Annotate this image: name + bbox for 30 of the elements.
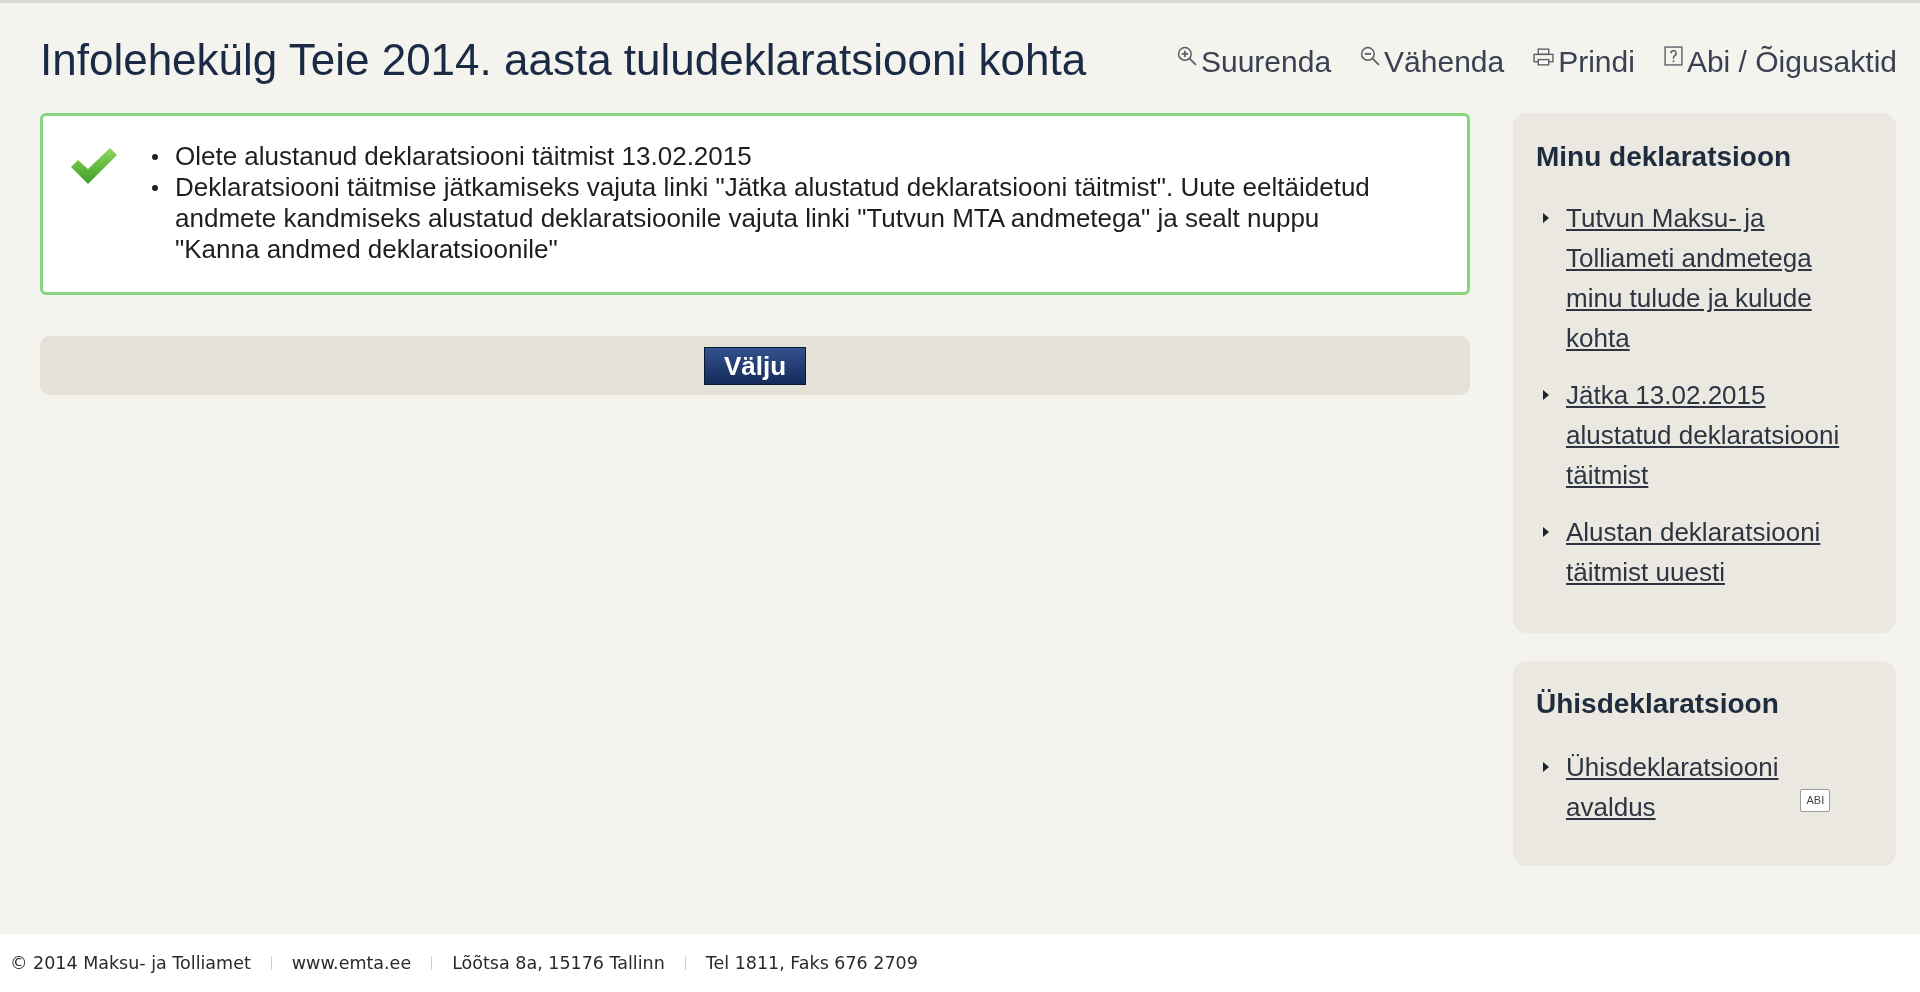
bullet-icon	[152, 185, 158, 191]
toolbar-link[interactable]: Prindi	[1533, 45, 1635, 79]
exit-button[interactable]: Välju	[703, 346, 807, 385]
arrow-right-icon	[1543, 213, 1549, 223]
printer-icon	[1533, 48, 1555, 66]
sidebar-link[interactable]: Ühisdeklaratsiooni avaldus	[1566, 747, 1779, 827]
footer-text: © 2014 Maksu- ja Tolliamet	[10, 951, 251, 975]
message-text: Olete alustanud deklaratsiooni täitmist 13.02.2015	[175, 141, 753, 172]
toolbar-link[interactable]: Vähenda	[1360, 45, 1505, 79]
help-badge[interactable]: ABI	[1800, 789, 1831, 812]
toolbar-link[interactable]: Suurenda	[1176, 45, 1332, 79]
page-title: Infolehekülg Teie 2014. aasta tuludeklaratsiooni kohta	[40, 35, 1087, 85]
checkmark-icon	[71, 148, 117, 184]
arrow-right-icon	[1543, 527, 1549, 537]
zoom-in-icon	[1176, 46, 1197, 66]
zoom-out-icon	[1360, 46, 1381, 66]
panel-heading: Ühisdeklaratsioon	[1536, 688, 1780, 720]
message-text: Deklaratsiooni täitmise jätkamiseks vajuta linki "Jätka alustatud deklaratsiooni täitmist". Uute eeltäidetud andmete kandmiseks alustatud deklaratsioonile vajuta linki "Tutvun MTA andmetega" ja sealt nuppu "Kanna andmed deklaratsioonile"	[175, 172, 1371, 265]
help-icon	[1663, 46, 1683, 66]
footer-text: www.emta.ee	[291, 951, 412, 975]
footer-text: Tel 1811, Faks 676 2709	[705, 951, 918, 975]
sidebar-link[interactable]: Jätka 13.02.2015 alustatud deklaratsiooni täitmist	[1566, 375, 1851, 495]
sidebar-link[interactable]: Alustan deklaratsiooni täitmist uuesti	[1566, 512, 1851, 592]
sidebar-link[interactable]: Tutvun Maksu- ja Tolliameti andmetega minu tulude ja kulude kohta	[1566, 198, 1851, 358]
arrow-right-icon	[1543, 390, 1549, 400]
arrow-right-icon	[1543, 762, 1549, 772]
panel-heading: Minu deklaratsioon	[1536, 141, 1793, 173]
footer-text: Lõõtsa 8a, 15176 Tallinn	[452, 951, 665, 975]
bullet-icon	[152, 154, 158, 160]
toolbar-link[interactable]: Abi / Õigusaktid	[1663, 45, 1897, 79]
